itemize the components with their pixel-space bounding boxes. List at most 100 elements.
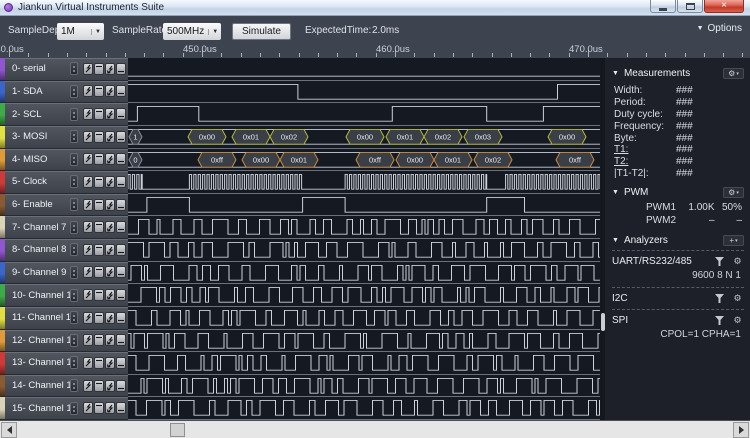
falling-edge-trigger-button[interactable] [105, 63, 115, 75]
measurements-settings-button[interactable]: ⚙ ▾ [723, 68, 744, 79]
channel-toggle-button[interactable] [70, 62, 78, 75]
channel-toggle-button[interactable] [70, 85, 78, 98]
filter-button[interactable] [713, 293, 726, 304]
low-level-trigger-button[interactable] [116, 402, 126, 414]
waveform-lane[interactable] [128, 307, 600, 330]
options-button[interactable]: ▼ Options [697, 23, 742, 34]
channel-row[interactable]: 0- serial [0, 58, 128, 81]
rising-edge-trigger-button[interactable] [83, 289, 93, 301]
measurement-label[interactable]: T2: [614, 156, 674, 167]
low-level-trigger-button[interactable] [116, 244, 126, 256]
channel-toggle-button[interactable] [70, 153, 78, 166]
channel-row[interactable]: 10- Channel 10 [0, 284, 128, 307]
rising-edge-trigger-button[interactable] [83, 221, 93, 233]
channel-row[interactable]: 14- Channel 14 [0, 375, 128, 398]
channel-row[interactable]: 3- MOSI [0, 126, 128, 149]
channel-toggle-button[interactable] [70, 311, 78, 324]
analyzer-settings-button[interactable]: ⚙ [731, 256, 744, 267]
waveform-lane[interactable] [128, 397, 600, 420]
filter-button[interactable] [713, 256, 726, 267]
waveform-lane[interactable] [128, 58, 600, 81]
horizontal-scrollbar[interactable] [0, 420, 750, 438]
low-level-trigger-button[interactable] [116, 199, 126, 211]
falling-edge-trigger-button[interactable] [105, 108, 115, 120]
waveform-lane[interactable] [128, 216, 600, 239]
channel-row[interactable]: 6- Enable [0, 194, 128, 217]
falling-edge-trigger-button[interactable] [105, 266, 115, 278]
channel-toggle-button[interactable] [70, 198, 78, 211]
rising-edge-trigger-button[interactable] [83, 312, 93, 324]
channel-row[interactable]: 5- Clock [0, 171, 128, 194]
channel-row[interactable]: 9- Channel 9 [0, 262, 128, 285]
high-level-trigger-button[interactable] [94, 131, 104, 143]
channel-row[interactable]: 13- Channel 13 [0, 352, 128, 375]
falling-edge-trigger-button[interactable] [105, 334, 115, 346]
collapse-icon[interactable]: ▼ [612, 189, 619, 196]
analyzer-row[interactable]: UART/RS232/485⚙ [612, 254, 744, 268]
rising-edge-trigger-button[interactable] [83, 85, 93, 97]
rising-edge-trigger-button[interactable] [83, 402, 93, 414]
pwm-settings-button[interactable]: ⚙ ▾ [723, 187, 744, 198]
waveform-lane[interactable] [128, 330, 600, 353]
low-level-trigger-button[interactable] [116, 334, 126, 346]
analyzer-row[interactable]: I2C⚙ [612, 291, 744, 305]
falling-edge-trigger-button[interactable] [105, 289, 115, 301]
channel-row[interactable]: 7- Channel 7 [0, 216, 128, 239]
falling-edge-trigger-button[interactable] [105, 380, 115, 392]
channel-toggle-button[interactable] [70, 356, 78, 369]
falling-edge-trigger-button[interactable] [105, 357, 115, 369]
channel-row[interactable]: 11- Channel 11 [0, 307, 128, 330]
rising-edge-trigger-button[interactable] [83, 334, 93, 346]
channel-toggle-button[interactable] [70, 289, 78, 302]
rising-edge-trigger-button[interactable] [83, 266, 93, 278]
falling-edge-trigger-button[interactable] [105, 176, 115, 188]
simulate-button[interactable]: Simulate [232, 23, 291, 40]
channel-toggle-button[interactable] [70, 108, 78, 121]
falling-edge-trigger-button[interactable] [105, 221, 115, 233]
high-level-trigger-button[interactable] [94, 334, 104, 346]
channel-row[interactable]: 4- MISO [0, 149, 128, 172]
rising-edge-trigger-button[interactable] [83, 244, 93, 256]
high-level-trigger-button[interactable] [94, 153, 104, 165]
waveform-lane[interactable]: 00xff0x000x010xff0x000x010x020xff [128, 149, 600, 172]
channel-row[interactable]: 15- Channel 15 [0, 397, 128, 420]
waveform-lane[interactable] [128, 262, 600, 285]
scroll-left-button[interactable] [1, 422, 17, 438]
rising-edge-trigger-button[interactable] [83, 357, 93, 369]
channel-toggle-button[interactable] [70, 334, 78, 347]
low-level-trigger-button[interactable] [116, 357, 126, 369]
filter-button[interactable] [713, 315, 726, 326]
high-level-trigger-button[interactable] [94, 312, 104, 324]
low-level-trigger-button[interactable] [116, 176, 126, 188]
measurement-label[interactable]: T1: [614, 144, 674, 155]
low-level-trigger-button[interactable] [116, 85, 126, 97]
close-button[interactable]: × [704, 0, 744, 13]
low-level-trigger-button[interactable] [116, 289, 126, 301]
rising-edge-trigger-button[interactable] [83, 380, 93, 392]
low-level-trigger-button[interactable] [116, 153, 126, 165]
falling-edge-trigger-button[interactable] [105, 131, 115, 143]
low-level-trigger-button[interactable] [116, 131, 126, 143]
minimize-button[interactable] [650, 0, 676, 13]
collapse-icon[interactable]: ▼ [612, 237, 619, 244]
falling-edge-trigger-button[interactable] [105, 244, 115, 256]
waveform-lane[interactable] [128, 171, 600, 194]
waveform-lane[interactable] [128, 81, 600, 104]
falling-edge-trigger-button[interactable] [105, 402, 115, 414]
high-level-trigger-button[interactable] [94, 199, 104, 211]
channel-row[interactable]: 2- SCL [0, 103, 128, 126]
horizontal-scrollbar-thumb[interactable] [170, 423, 185, 437]
falling-edge-trigger-button[interactable] [105, 85, 115, 97]
high-level-trigger-button[interactable] [94, 266, 104, 278]
channel-row[interactable]: 1- SDA [0, 81, 128, 104]
waveform-lane[interactable] [128, 284, 600, 307]
low-level-trigger-button[interactable] [116, 63, 126, 75]
channel-toggle-button[interactable] [70, 379, 78, 392]
high-level-trigger-button[interactable] [94, 63, 104, 75]
vertical-scrollbar-thumb[interactable] [601, 313, 605, 331]
scroll-right-button[interactable] [733, 422, 749, 438]
waveform-lane[interactable] [128, 194, 600, 217]
waveform-lane[interactable] [128, 352, 600, 375]
analyzer-settings-button[interactable]: ⚙ [731, 315, 744, 326]
waveform-lane[interactable]: 10x000x010x020x000x010x020x030x00 [128, 126, 600, 149]
